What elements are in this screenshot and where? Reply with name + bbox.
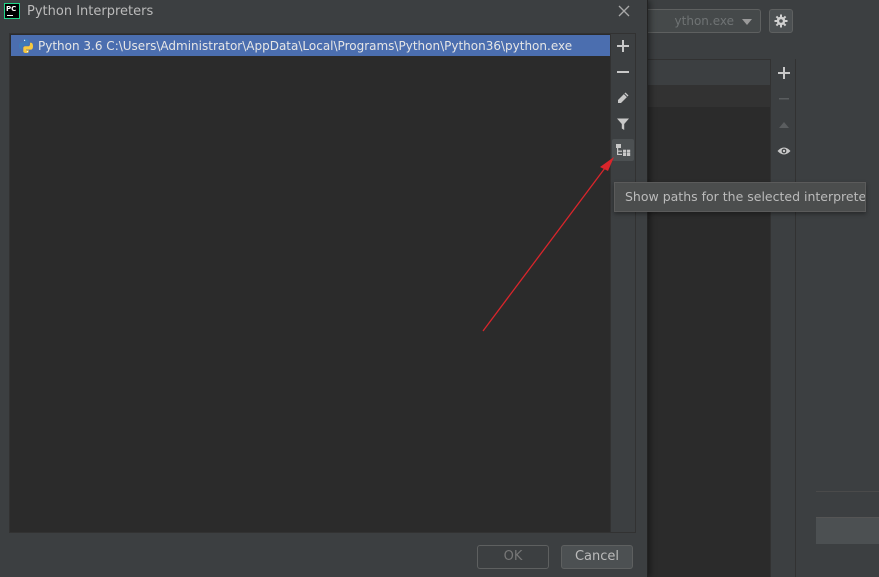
minus-icon <box>779 98 789 100</box>
python-interpreters-dialog: PC Python Interpreters Python 3.6 C:\Use… <box>0 0 648 577</box>
edit-interpreter-button[interactable] <box>612 87 634 109</box>
interpreter-settings-button[interactable] <box>769 9 793 33</box>
interpreter-path-label: Python 3.6 C:\Users\Administrator\AppDat… <box>38 38 573 53</box>
uninstall-package-button[interactable] <box>771 88 797 110</box>
show-early-releases-button[interactable] <box>771 140 797 162</box>
tree-paths-icon <box>616 144 631 156</box>
project-interpreter-combo-value: ython.exe <box>674 14 734 28</box>
close-button[interactable] <box>613 0 635 22</box>
packages-table <box>648 59 770 577</box>
dialog-titlebar[interactable]: PC Python Interpreters <box>0 0 648 24</box>
project-interpreter-combo[interactable]: ython.exe <box>648 9 761 33</box>
close-icon <box>618 5 630 17</box>
packages-table-header <box>648 60 770 86</box>
cancel-button[interactable]: Cancel <box>561 545 633 569</box>
install-package-button[interactable] <box>771 62 797 84</box>
show-paths-button[interactable] <box>612 139 634 161</box>
plus-icon <box>778 67 790 79</box>
app-logo-text: PC <box>6 5 17 13</box>
minus-icon <box>617 71 629 73</box>
pycharm-logo-icon: PC <box>4 3 20 19</box>
packages-toolbar <box>770 59 796 577</box>
logo-underline <box>7 15 13 16</box>
plus-icon <box>617 40 629 52</box>
eye-icon <box>777 147 791 155</box>
upgrade-package-button[interactable] <box>771 114 797 136</box>
list-item[interactable]: Python 3.6 C:\Users\Administrator\AppDat… <box>11 35 610 56</box>
filter-icon <box>617 118 629 130</box>
chevron-down-icon <box>742 19 752 25</box>
interpreter-list: Python 3.6 C:\Users\Administrator\AppDat… <box>9 33 611 533</box>
up-arrow-icon <box>779 122 789 128</box>
add-interpreter-button[interactable] <box>612 35 634 57</box>
background-panel-strip <box>816 517 879 544</box>
gear-icon <box>774 14 788 28</box>
python-icon <box>19 38 33 53</box>
dialog-title: Python Interpreters <box>27 4 154 19</box>
ok-button[interactable]: OK <box>477 545 549 569</box>
remove-interpreter-button[interactable] <box>612 61 634 83</box>
interpreter-toolbar <box>611 33 636 533</box>
table-row[interactable] <box>648 86 770 107</box>
show-paths-tooltip: Show paths for the selected interpreter <box>614 182 866 212</box>
pencil-icon <box>618 92 629 103</box>
background-panel-strip <box>816 491 879 517</box>
filter-interpreters-button[interactable] <box>612 113 634 135</box>
background-settings-window: ython.exe <box>648 0 879 577</box>
